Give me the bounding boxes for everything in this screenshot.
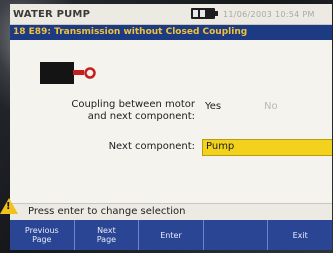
coupling-no-option[interactable]: No: [264, 101, 278, 112]
softkey-previous-page[interactable]: Previous Page: [10, 220, 75, 250]
warning-icon: [0, 198, 18, 214]
next-component-select[interactable]: Pump: [202, 139, 332, 156]
coupling-label-line2: and next component:: [87, 111, 195, 122]
battery-icon: [191, 8, 218, 19]
softkey-next-page[interactable]: Next Page: [75, 220, 140, 250]
coupling-ring-shape: [84, 67, 96, 79]
softkey-enter-label: Enter: [160, 230, 182, 240]
softkey-next-page-label: Next Page: [96, 226, 117, 244]
next-component-value: Pump: [206, 141, 235, 152]
next-component-label: Next component:: [108, 141, 195, 152]
softkey-bar: Previous Page Next Page Enter Exit: [10, 220, 332, 250]
question-title: 18 E89: Transmission without Closed Coup…: [13, 27, 248, 37]
question-header: 18 E89: Transmission without Closed Coup…: [10, 25, 332, 40]
coupling-yes-option[interactable]: Yes: [205, 101, 221, 112]
status-bar: WATER PUMP 11/06/2003 10:54 PM: [10, 4, 332, 25]
coupling-question-label: Coupling between motor and next componen…: [12, 99, 195, 123]
motor-shape: [40, 62, 74, 84]
softkey-exit[interactable]: Exit: [268, 220, 332, 250]
hint-bar: Press enter to change selection: [10, 203, 332, 220]
softkey-blank[interactable]: [204, 220, 269, 250]
datetime: 11/06/2003 10:54 PM: [223, 10, 315, 19]
coupling-label-line1: Coupling between motor: [71, 99, 195, 110]
softkey-enter[interactable]: Enter: [139, 220, 204, 250]
app-title: WATER PUMP: [13, 9, 91, 20]
softkey-previous-page-label: Previous Page: [24, 226, 59, 244]
hint-text: Press enter to change selection: [28, 206, 186, 217]
shaft-shape: [73, 70, 84, 75]
motor-coupling-icon: [40, 62, 96, 84]
device-screen: WATER PUMP 11/06/2003 10:54 PM 18 E89: T…: [10, 4, 332, 250]
softkey-exit-label: Exit: [292, 230, 308, 240]
